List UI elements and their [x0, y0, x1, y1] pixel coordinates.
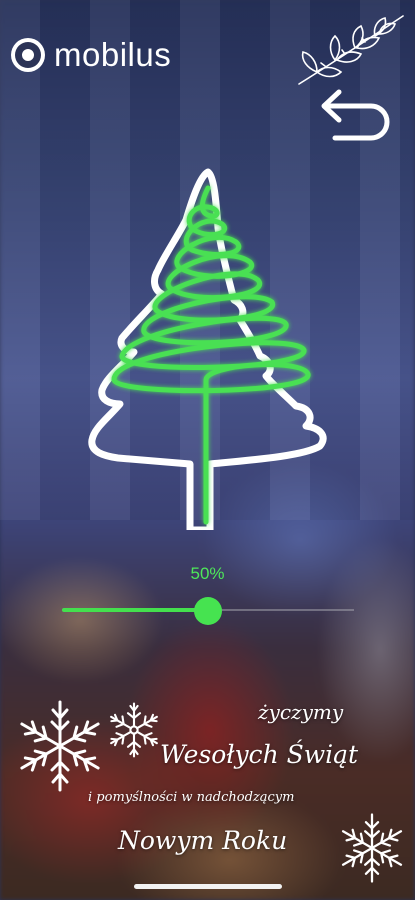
christmas-tree-icon	[88, 168, 327, 530]
slider-fill	[62, 608, 208, 612]
snowflake-icon	[107, 702, 161, 758]
back-button[interactable]	[319, 86, 397, 142]
brand-name: mobilus	[54, 36, 172, 73]
mobilus-logo-icon	[11, 38, 45, 72]
back-arrow-icon	[321, 89, 390, 141]
brightness-slider[interactable]	[62, 597, 354, 625]
home-indicator[interactable]	[134, 884, 282, 889]
snowflake-icon	[338, 813, 406, 883]
brightness-value: 50%	[190, 564, 225, 583]
brand-logo: mobilus	[10, 36, 171, 74]
greeting-line-4: Nowym Roku	[118, 826, 288, 855]
greeting-line-1: życzymy	[258, 700, 344, 724]
leaf-branch-icon	[298, 15, 404, 85]
slider-thumb[interactable]	[194, 597, 222, 625]
snowflake-icon	[16, 700, 104, 792]
greeting-line-2: Wesołych Świąt	[160, 740, 359, 769]
greeting-line-3: i pomyślności w nadchodzącym	[88, 790, 295, 805]
